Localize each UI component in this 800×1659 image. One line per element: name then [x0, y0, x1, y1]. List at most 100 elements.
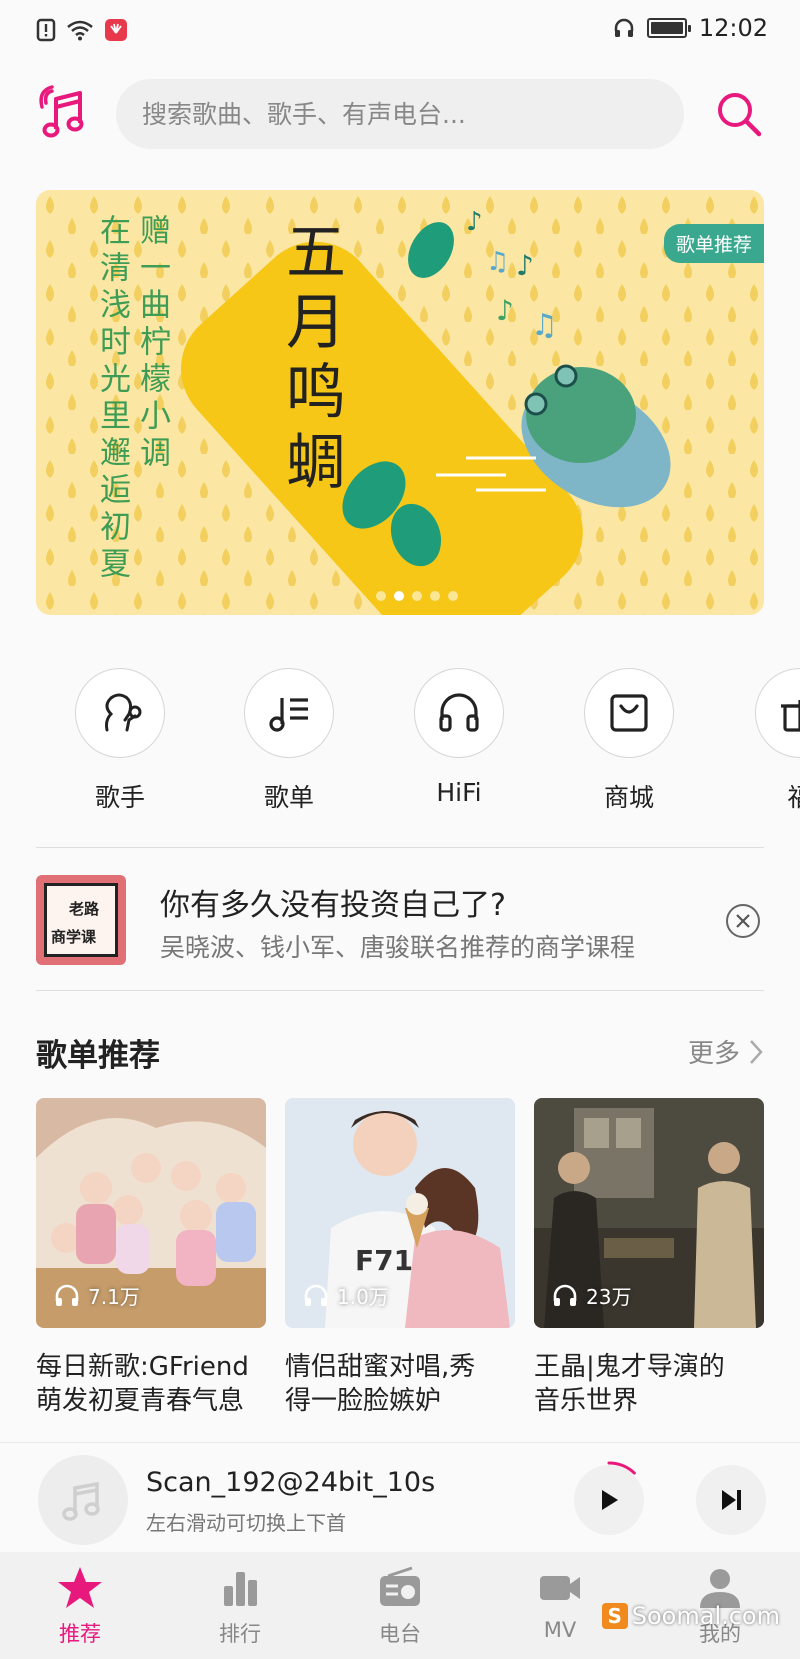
music-note-icon	[62, 1481, 100, 1521]
play-button[interactable]	[570, 1461, 648, 1539]
playlist-title-line2: 得一脸脸嫉妒	[285, 1386, 442, 1416]
track-title: Scan_192@24bit_10s	[146, 1467, 436, 1498]
tab-label: 排行	[219, 1622, 261, 1646]
next-track-button[interactable]	[696, 1465, 766, 1535]
gift-icon	[781, 700, 800, 732]
playlist-card[interactable]: 7.1万 每日新歌:GFriend 萌发初夏青春气息	[36, 1098, 266, 1418]
pagination-dot[interactable]	[448, 591, 458, 601]
playlist-title: 每日新歌:GFriend 萌发初夏青春气息	[36, 1350, 266, 1418]
progress-ring	[570, 1461, 648, 1539]
category-hifi[interactable]: HiFi	[399, 668, 519, 807]
category-store[interactable]: 商城	[569, 668, 689, 814]
svg-text:♫: ♫	[486, 247, 509, 277]
headphones-small-icon	[553, 1284, 577, 1306]
svg-text:F71: F71	[355, 1244, 413, 1277]
ad-title: 你有多久没有投资自己了?	[160, 888, 506, 923]
music-logo-icon[interactable]	[38, 85, 88, 141]
search-input[interactable]	[116, 79, 684, 149]
ad-thumbnail: 老路 商学课	[36, 875, 126, 965]
play-count: 7.1万	[54, 1281, 140, 1310]
singer-icon	[105, 693, 142, 732]
swipe-hint: 左右滑动可切换上下首	[146, 1511, 346, 1535]
close-icon	[736, 914, 750, 928]
playlist-cover: F71 1.0万	[285, 1098, 515, 1328]
playlist-card[interactable]: F71 1.0万 情侣甜蜜对唱,秀 得一脸脸嫉妒	[285, 1098, 515, 1418]
playlist-title: 情侣甜蜜对唱,秀 得一脸脸嫉妒	[285, 1350, 515, 1418]
tab-ranking[interactable]: 排行	[180, 1564, 300, 1648]
pagination-dot[interactable]	[412, 591, 422, 601]
pagination-dot[interactable]	[430, 591, 440, 601]
play-count-value: 7.1万	[88, 1285, 140, 1309]
category-label: 商城	[603, 783, 654, 812]
category-label: HiFi	[436, 778, 482, 807]
tab-label: 推荐	[59, 1622, 101, 1646]
banner-poem-col2: 在清浅时光里邂逅初夏	[94, 214, 130, 584]
play-count: 23万	[552, 1281, 631, 1310]
svg-text:♫: ♫	[531, 308, 558, 343]
headphones-small-icon	[304, 1284, 328, 1306]
promo-banner[interactable]: ♪ ♫ ♪ ♪ ♫ 赠一曲柠檬小调 在清浅时光里邂逅初夏 五月鸣蜩 歌单推荐	[36, 190, 764, 615]
video-camera-icon	[540, 1576, 580, 1600]
category-singer[interactable]: 歌手	[60, 668, 180, 814]
more-label: 更多	[687, 1039, 740, 1069]
playlist-title-line2: 音乐世界	[534, 1386, 639, 1416]
ad-thumb-line2: 商学课	[51, 928, 97, 946]
playlist-cover: 23万	[534, 1098, 764, 1328]
headphones-status-icon	[614, 18, 634, 37]
playlist-title-line1: 每日新歌:GFriend	[36, 1352, 249, 1382]
svg-text:♪: ♪	[516, 249, 534, 282]
banner-headline: 五月鸣蜩	[286, 218, 346, 498]
category-welfare[interactable]: 福	[740, 668, 800, 814]
alert-icon	[36, 18, 56, 42]
battery-icon	[646, 18, 691, 38]
divider	[36, 990, 764, 991]
headphones-small-icon	[55, 1284, 79, 1306]
playlist-card[interactable]: 23万 王晶|鬼才导演的 音乐世界	[534, 1098, 764, 1418]
mini-player[interactable]: Scan_192@24bit_10s 左右滑动可切换上下首	[0, 1442, 800, 1552]
headphones-icon	[439, 693, 479, 732]
search-icon[interactable]	[714, 89, 764, 139]
divider	[36, 847, 764, 848]
header	[0, 75, 800, 149]
play-count: 1.0万	[303, 1281, 389, 1310]
tab-label: 电台	[379, 1622, 421, 1646]
play-count-value: 23万	[586, 1285, 632, 1309]
star-icon	[58, 1567, 102, 1608]
playlist-title: 王晶|鬼才导演的 音乐世界	[534, 1350, 764, 1418]
skip-next-icon	[722, 1490, 741, 1510]
playlist-title-line1: 情侣甜蜜对唱,秀	[285, 1352, 476, 1382]
chevron-right-icon	[750, 1039, 763, 1064]
huawei-icon	[105, 19, 127, 41]
category-label: 歌单	[263, 783, 314, 812]
category-row: 歌手 歌单 HiFi 商城 福	[0, 668, 800, 818]
album-cover[interactable]	[38, 1455, 128, 1545]
watermark: S Soomal.com	[601, 1602, 780, 1630]
status-bar: 12:02	[0, 0, 800, 60]
playlist-cover: 7.1万	[36, 1098, 266, 1328]
banner-poem-col1: 赠一曲柠檬小调	[134, 214, 170, 473]
tab-radio[interactable]: 电台	[340, 1564, 460, 1648]
playlist-icon	[269, 698, 308, 732]
store-bag-icon	[610, 694, 648, 732]
category-playlist[interactable]: 歌单	[229, 668, 349, 814]
watermark-text: Soomal.com	[631, 1602, 780, 1630]
more-link[interactable]: 更多	[688, 1033, 764, 1070]
pagination-dot[interactable]	[376, 591, 386, 601]
radio-icon	[380, 1566, 420, 1606]
ad-banner[interactable]: 老路 商学课 你有多久没有投资自己了? 吴晓波、钱小军、唐骏联名推荐的商学课程	[36, 872, 764, 972]
soomal-logo-icon: S	[601, 1603, 628, 1629]
section-title: 歌单推荐	[36, 1038, 160, 1074]
tab-recommend[interactable]: 推荐	[20, 1564, 140, 1648]
clock: 12:02	[698, 14, 768, 42]
wifi-icon	[67, 20, 93, 41]
playlist-title-line1: 王晶|鬼才导演的	[534, 1352, 725, 1382]
svg-text:♪: ♪	[496, 294, 514, 327]
ad-subtitle: 吴晓波、钱小军、唐骏联名推荐的商学课程	[160, 933, 636, 962]
banner-tag: 歌单推荐	[663, 224, 764, 263]
bottom-tab-bar: 推荐 排行 电台 MV 我的 S Soomal.com	[0, 1552, 800, 1659]
close-ad-button[interactable]	[726, 904, 760, 938]
play-count-value: 1.0万	[337, 1285, 389, 1309]
banner-pagination[interactable]	[376, 591, 458, 601]
ad-thumb-line1: 老路	[69, 900, 100, 918]
pagination-dot-active[interactable]	[394, 591, 404, 601]
